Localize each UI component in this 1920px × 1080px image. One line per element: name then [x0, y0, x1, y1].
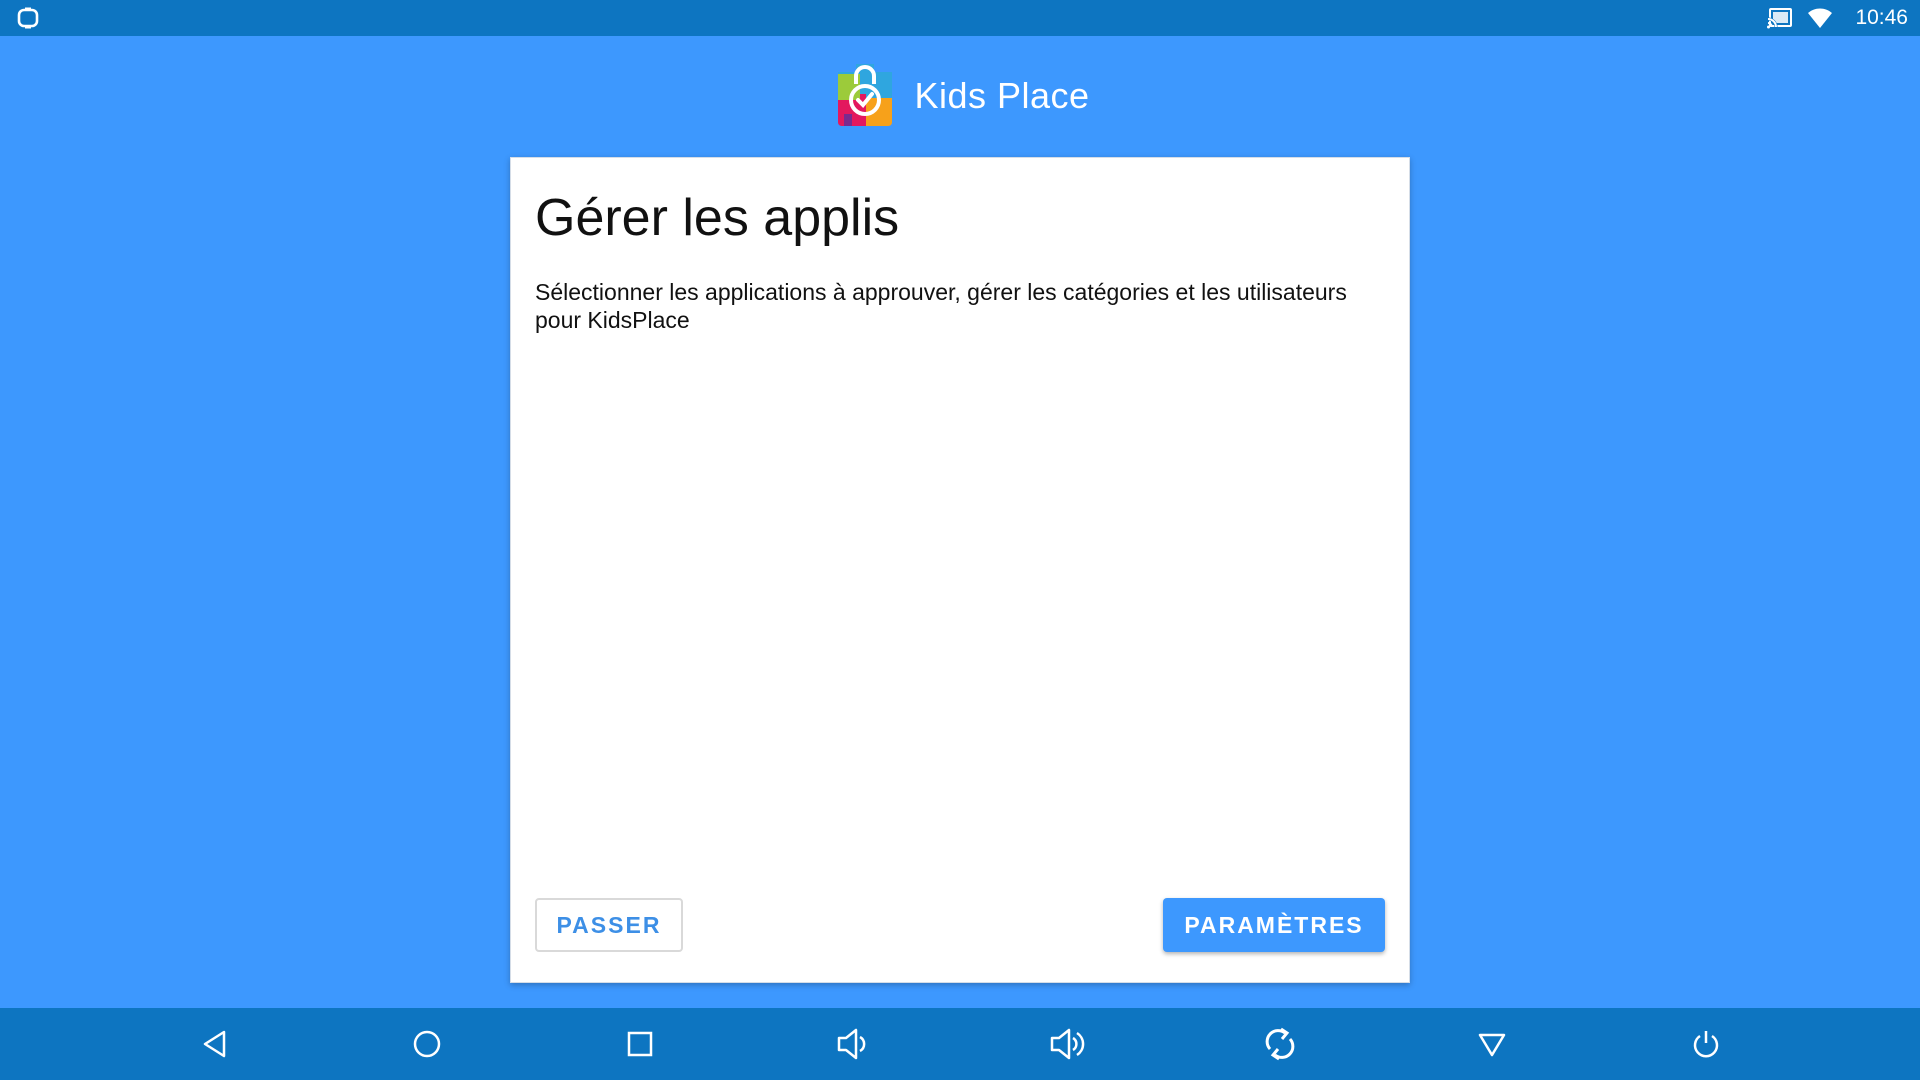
- app-header: Kids Place: [0, 36, 1920, 156]
- kids-place-logo: [830, 60, 900, 132]
- home-icon[interactable]: [407, 1024, 447, 1064]
- clock: 10:46: [1855, 6, 1908, 29]
- card-description: Sélectionner les applications à approuve…: [535, 279, 1347, 333]
- app-title: Kids Place: [914, 75, 1090, 116]
- volume-up-icon[interactable]: [1047, 1024, 1087, 1064]
- wifi-icon: [1807, 7, 1833, 29]
- rotate-icon[interactable]: [1260, 1024, 1300, 1064]
- volume-down-icon[interactable]: [833, 1024, 873, 1064]
- status-bar: 10:46: [0, 0, 1920, 36]
- app-notification-icon: [16, 6, 40, 30]
- recents-icon[interactable]: [620, 1024, 660, 1064]
- power-icon[interactable]: [1686, 1024, 1726, 1064]
- navigation-bar: [0, 1008, 1920, 1080]
- skip-button[interactable]: PASSER: [535, 898, 683, 952]
- cast-icon: [1767, 7, 1793, 29]
- settings-button[interactable]: PARAMÈTRES: [1163, 898, 1385, 952]
- status-icons: 10:46: [1767, 0, 1908, 36]
- notifications-down-icon[interactable]: [1472, 1024, 1512, 1064]
- back-icon[interactable]: [195, 1024, 235, 1064]
- manage-apps-card: Gérer les applis Sélectionner les applic…: [510, 157, 1410, 983]
- card-title: Gérer les applis: [535, 189, 900, 247]
